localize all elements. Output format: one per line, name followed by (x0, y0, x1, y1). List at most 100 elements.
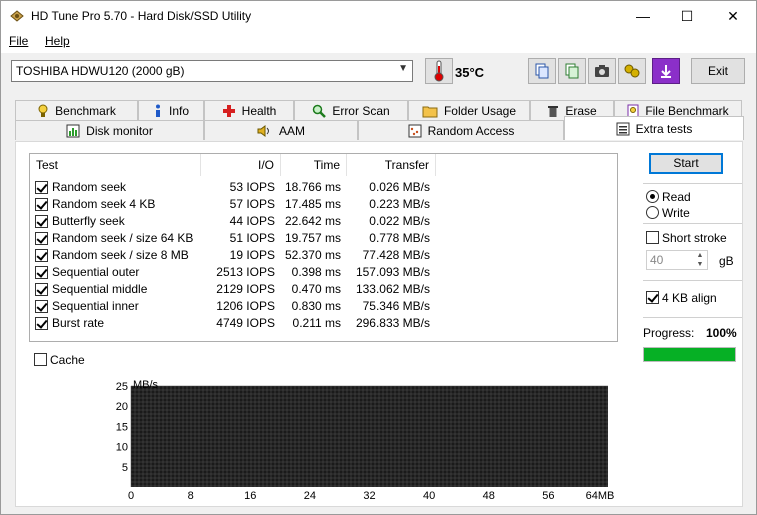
progress-bar-fill (644, 348, 735, 361)
tab-health[interactable]: Health (204, 100, 294, 120)
column-header-time[interactable]: Time (281, 154, 347, 176)
tab-benchmark-label: Benchmark (55, 103, 116, 118)
y-tick-label: 20 (116, 401, 128, 413)
results-table: Test I/O Time Transfer Random seek 53 IOP… (29, 153, 618, 342)
tab-error-scan[interactable]: Error Scan (294, 100, 408, 120)
align-4kb-checkbox[interactable] (646, 291, 659, 304)
minimize-button[interactable]: — (620, 1, 666, 31)
tab-random-access[interactable]: Random Access (358, 120, 564, 140)
options-button[interactable] (618, 58, 646, 84)
tab-extra-tests[interactable]: Extra tests (564, 116, 744, 140)
tab-disk-monitor[interactable]: Disk monitor (15, 120, 204, 140)
health-icon (222, 104, 235, 117)
cell-io: 44 IOPS (229, 214, 275, 228)
cell-time: 18.766 ms (284, 180, 341, 194)
column-header-io[interactable]: I/O (201, 154, 281, 176)
y-tick-label: 10 (116, 442, 128, 454)
close-button[interactable]: ✕ (710, 1, 756, 31)
tab-error-scan-label: Error Scan (332, 103, 390, 118)
write-label: Write (662, 206, 690, 220)
cell-transfer: 0.223 MB/s (369, 197, 430, 211)
cell-time: 19.757 ms (284, 231, 341, 245)
menu-help[interactable]: Help (45, 34, 70, 48)
maximize-button[interactable]: ☐ (664, 1, 710, 31)
exit-button[interactable]: Exit (691, 58, 745, 84)
cell-io: 51 IOPS (229, 231, 275, 245)
thermometer-icon (434, 60, 444, 82)
column-header-transfer[interactable]: Transfer (347, 154, 436, 176)
cell-io: 2513 IOPS (216, 265, 275, 279)
table-row: Sequential middle 2129 IOPS 0.470 ms 133.06… (30, 281, 617, 298)
cell-time: 22.642 ms (284, 214, 341, 228)
temperature-readout: 35°C (455, 65, 485, 80)
app-window: HD Tune Pro 5.70 - Hard Disk/SSD Utility… (0, 0, 757, 515)
cell-transfer: 296.833 MB/s (355, 316, 430, 330)
y-tick-label: 25 (116, 381, 128, 393)
thermometer-button[interactable] (425, 58, 453, 84)
camera-icon (595, 65, 609, 77)
download-button[interactable] (652, 58, 680, 84)
screenshot-button[interactable] (588, 58, 616, 84)
row-checkbox[interactable] (35, 300, 48, 313)
copy-button[interactable] (528, 58, 556, 84)
write-radio[interactable] (646, 206, 659, 219)
read-radio[interactable] (646, 190, 659, 203)
copy-all-button[interactable] (558, 58, 586, 84)
row-checkbox[interactable] (35, 198, 48, 211)
window-title: HD Tune Pro 5.70 - Hard Disk/SSD Utility (31, 9, 252, 23)
row-checkbox[interactable] (35, 232, 48, 245)
cell-transfer: 157.093 MB/s (355, 265, 430, 279)
title-bar: HD Tune Pro 5.70 - Hard Disk/SSD Utility… (1, 1, 756, 31)
start-button[interactable]: Start (649, 153, 723, 174)
stroke-size-stepper[interactable]: 40 ▲ ▼ (646, 250, 708, 270)
download-arrow-icon (661, 65, 671, 78)
tab-benchmark[interactable]: Benchmark (15, 100, 138, 120)
stepper-down-icon[interactable]: ▼ (693, 260, 707, 269)
menu-file[interactable]: File (9, 34, 28, 48)
column-header-test[interactable]: Test (30, 154, 201, 176)
cell-io: 53 IOPS (229, 180, 275, 194)
disk-monitor-icon (66, 124, 80, 137)
row-checkbox[interactable] (35, 283, 48, 296)
tab-extra-tests-label: Extra tests (635, 121, 693, 136)
table-row: Butterfly seek 44 IOPS 22.642 ms 0.022 MB/s (30, 213, 617, 230)
cell-time: 0.830 ms (291, 299, 341, 313)
progress-value: 100% (706, 326, 737, 340)
tab-info[interactable]: Info (138, 100, 204, 120)
cell-transfer: 0.022 MB/s (369, 214, 430, 228)
separator (643, 280, 742, 281)
cell-time: 17.485 ms (284, 197, 341, 211)
copy-all-icon (565, 63, 579, 79)
cell-test: Burst rate (52, 316, 105, 330)
cell-io: 2129 IOPS (216, 282, 275, 296)
cell-transfer: 133.062 MB/s (355, 282, 430, 296)
cell-io: 19 IOPS (229, 248, 275, 262)
tab-folder-usage[interactable]: Folder Usage (408, 100, 530, 120)
stroke-size-value: 40 (650, 253, 664, 267)
app-icon (10, 10, 24, 22)
row-checkbox[interactable] (35, 181, 48, 194)
row-checkbox[interactable] (35, 317, 48, 330)
extra-tests-icon (616, 122, 630, 135)
progress-label: Progress: (643, 326, 695, 340)
separator (643, 183, 742, 184)
cache-checkbox[interactable] (34, 353, 47, 366)
cell-test: Sequential outer (52, 265, 140, 279)
row-checkbox[interactable] (35, 249, 48, 262)
toolbar: TOSHIBA HDWU120 (2000 gB) ▼ 35°C Exit (1, 53, 756, 93)
row-checkbox[interactable] (35, 215, 48, 228)
x-tick-label: 32 (363, 490, 375, 500)
x-tick-label: 16 (244, 490, 256, 500)
stepper-up-icon[interactable]: ▲ (693, 251, 707, 260)
cell-transfer: 77.428 MB/s (362, 248, 430, 262)
table-row: Random seek 4 KB 57 IOPS 17.485 ms 0.223 MB… (30, 196, 617, 213)
row-checkbox[interactable] (35, 266, 48, 279)
random-access-icon (408, 124, 422, 137)
tab-aam[interactable]: AAM (204, 120, 358, 140)
cell-transfer: 0.026 MB/s (369, 180, 430, 194)
drive-select[interactable]: TOSHIBA HDWU120 (2000 gB) ▼ (11, 60, 413, 82)
short-stroke-checkbox[interactable] (646, 231, 659, 244)
cell-test: Random seek 4 KB (52, 197, 156, 211)
benchmark-icon (38, 104, 48, 117)
chevron-down-icon: ▼ (398, 63, 408, 74)
